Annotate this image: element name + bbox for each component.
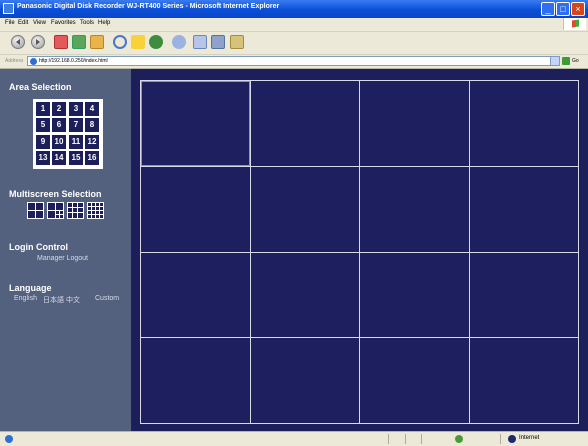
menu-file[interactable]: File bbox=[5, 20, 15, 26]
area-button-13[interactable]: 13 bbox=[36, 151, 50, 165]
area-button-14[interactable]: 14 bbox=[52, 151, 66, 165]
media-icon[interactable] bbox=[149, 35, 163, 49]
go-button[interactable]: Go bbox=[572, 58, 579, 64]
area-button-4[interactable]: 4 bbox=[85, 102, 99, 116]
area-button-5[interactable]: 5 bbox=[36, 118, 50, 132]
address-input[interactable]: http://192.168.0.250/index.html bbox=[27, 56, 560, 66]
page-content: Area Selection 1 2 3 4 5 6 7 8 9 10 11 1… bbox=[0, 69, 588, 431]
window-titlebar: Panasonic Digital Disk Recorder WJ-RT400… bbox=[0, 0, 588, 18]
area-button-1[interactable]: 1 bbox=[36, 102, 50, 116]
close-button[interactable]: × bbox=[571, 2, 585, 16]
language-custom-link[interactable]: Custom bbox=[95, 295, 119, 302]
minimize-button[interactable]: _ bbox=[541, 2, 555, 16]
status-divider bbox=[500, 434, 501, 444]
camera-view-grid[interactable] bbox=[140, 80, 579, 424]
grid-line bbox=[141, 252, 578, 253]
refresh-icon[interactable] bbox=[72, 35, 86, 49]
area-button-16[interactable]: 16 bbox=[85, 151, 99, 165]
area-button-8[interactable]: 8 bbox=[85, 118, 99, 132]
area-button-6[interactable]: 6 bbox=[52, 118, 66, 132]
language-chinese-link[interactable]: 中文 bbox=[66, 295, 80, 305]
back-icon[interactable] bbox=[11, 35, 25, 49]
go-arrow-icon[interactable] bbox=[562, 57, 570, 65]
login-status-link[interactable]: Manager Logout bbox=[37, 255, 88, 262]
9-split-layout-icon[interactable] bbox=[67, 202, 84, 219]
search-icon[interactable] bbox=[113, 35, 127, 49]
address-dropdown-icon[interactable] bbox=[550, 57, 559, 65]
address-label: Address bbox=[5, 58, 24, 64]
grid-line bbox=[141, 166, 578, 167]
history-icon[interactable] bbox=[172, 35, 186, 49]
area-button-7[interactable]: 7 bbox=[69, 118, 83, 132]
sidebar: Area Selection 1 2 3 4 5 6 7 8 9 10 11 1… bbox=[0, 69, 131, 431]
menu-help[interactable]: Help bbox=[98, 20, 110, 26]
language-japanese-link[interactable]: 日本語 bbox=[43, 295, 64, 305]
windows-logo-icon bbox=[563, 18, 586, 30]
menu-favorites[interactable]: Favorites bbox=[51, 20, 76, 26]
status-bar: Internet bbox=[0, 431, 588, 446]
favorites-icon[interactable] bbox=[131, 35, 145, 49]
area-button-9[interactable]: 9 bbox=[36, 135, 50, 149]
area-selection-grid: 1 2 3 4 5 6 7 8 9 10 11 12 13 14 15 16 bbox=[33, 99, 103, 169]
status-divider bbox=[405, 434, 406, 444]
messenger-icon[interactable] bbox=[230, 35, 244, 49]
toolbar bbox=[0, 32, 588, 55]
area-button-2[interactable]: 2 bbox=[52, 102, 66, 116]
internet-globe-icon bbox=[508, 435, 516, 443]
16-split-layout-icon[interactable] bbox=[87, 202, 104, 219]
menu-bar: File Edit View Favorites Tools Help bbox=[0, 18, 588, 32]
selected-view-cell[interactable] bbox=[141, 81, 250, 166]
area-button-11[interactable]: 11 bbox=[69, 135, 83, 149]
multiscreen-selection-title: Multiscreen Selection bbox=[9, 189, 102, 199]
login-control-title: Login Control bbox=[9, 242, 68, 252]
area-selection-title: Area Selection bbox=[9, 82, 72, 92]
language-english-link[interactable]: English bbox=[14, 295, 37, 302]
print-icon[interactable] bbox=[211, 35, 225, 49]
status-divider bbox=[388, 434, 389, 444]
area-button-10[interactable]: 10 bbox=[52, 135, 66, 149]
maximize-button[interactable]: □ bbox=[556, 2, 570, 16]
address-url[interactable]: http://192.168.0.250/index.html bbox=[39, 58, 108, 64]
status-divider bbox=[421, 434, 422, 444]
security-zone-icon bbox=[455, 435, 463, 443]
home-icon[interactable] bbox=[90, 35, 104, 49]
menu-edit[interactable]: Edit bbox=[18, 20, 28, 26]
menu-tools[interactable]: Tools bbox=[80, 20, 94, 26]
address-bar: Address http://192.168.0.250/index.html … bbox=[0, 55, 588, 69]
quad-layout-icon[interactable] bbox=[27, 202, 44, 219]
page-icon bbox=[30, 58, 37, 65]
stop-icon[interactable] bbox=[54, 35, 68, 49]
page-status-icon bbox=[5, 435, 13, 443]
security-zone-label: Internet bbox=[519, 435, 540, 441]
forward-icon[interactable] bbox=[31, 35, 45, 49]
menu-view[interactable]: View bbox=[33, 20, 46, 26]
area-button-12[interactable]: 12 bbox=[85, 135, 99, 149]
window-title: Panasonic Digital Disk Recorder WJ-RT400… bbox=[17, 3, 280, 10]
area-button-3[interactable]: 3 bbox=[69, 102, 83, 116]
language-title: Language bbox=[9, 283, 52, 293]
mail-icon[interactable] bbox=[193, 35, 207, 49]
7-split-layout-icon[interactable] bbox=[47, 202, 64, 219]
ie-app-icon bbox=[3, 3, 14, 14]
area-button-15[interactable]: 15 bbox=[69, 151, 83, 165]
grid-line bbox=[141, 337, 578, 338]
